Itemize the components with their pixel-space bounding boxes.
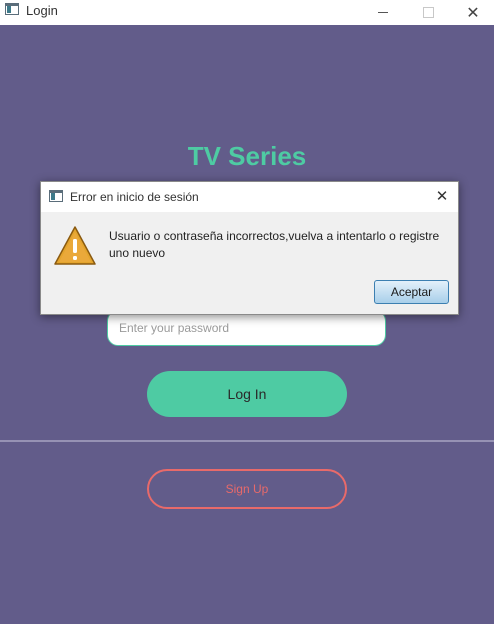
accept-button[interactable]: Aceptar (374, 280, 449, 304)
app-title: TV Series (187, 141, 307, 171)
maximize-button[interactable] (405, 0, 451, 25)
divider (0, 440, 494, 442)
window-titlebar: Login ✕ (0, 0, 494, 25)
dialog-window-icon (49, 190, 63, 202)
login-button[interactable]: Log In (147, 371, 347, 417)
warning-icon (54, 226, 96, 265)
dialog-title: Error en inicio de sesión (70, 190, 199, 204)
dialog-message: Usuario o contraseña incorrectos,vuelva … (109, 229, 440, 260)
password-input[interactable] (107, 310, 386, 346)
minimize-icon (378, 12, 388, 13)
window-title: Login (26, 3, 58, 18)
close-button[interactable]: ✕ (450, 0, 494, 25)
close-icon: ✕ (466, 4, 480, 22)
maximize-icon (422, 7, 434, 18)
app-window-icon (5, 3, 19, 15)
signup-button[interactable]: Sign Up (147, 469, 347, 509)
close-icon: ✕ (435, 188, 449, 205)
dialog-titlebar: Error en inicio de sesión ✕ (41, 182, 458, 212)
error-dialog: Error en inicio de sesión ✕ Usuario o co… (40, 181, 459, 315)
dialog-close-button[interactable]: ✕ (432, 186, 452, 206)
minimize-button[interactable] (360, 0, 406, 25)
